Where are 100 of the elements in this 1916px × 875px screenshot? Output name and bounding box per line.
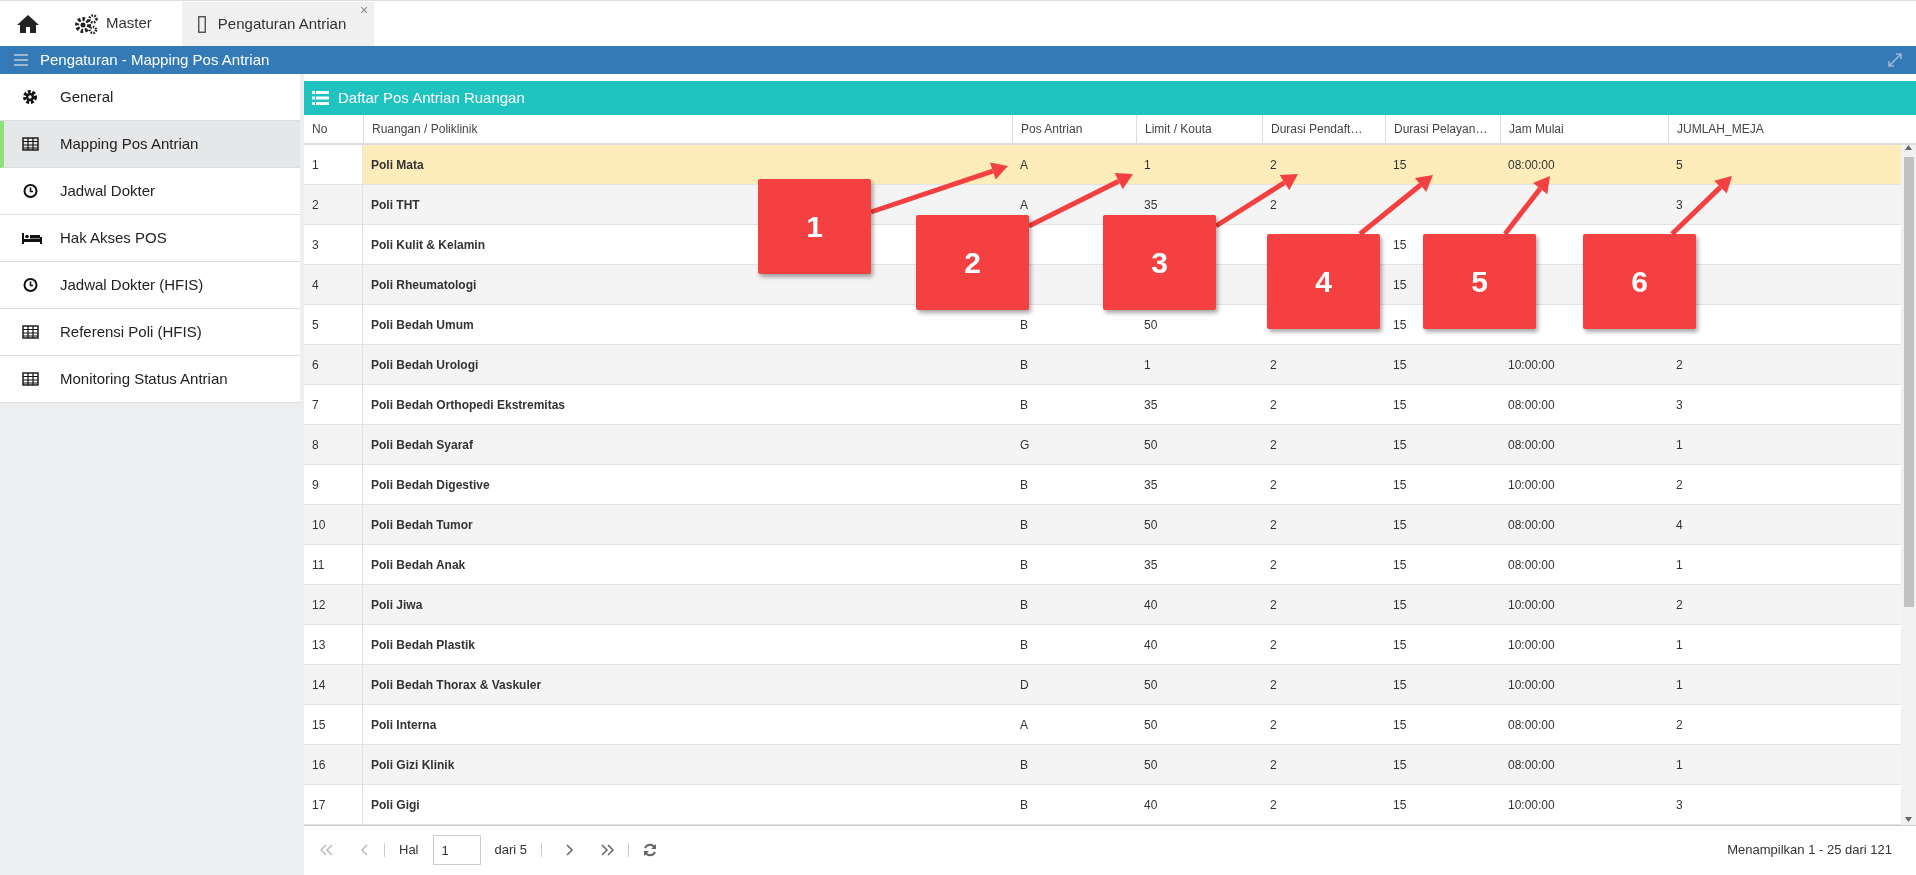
table-cell-text: 15: [1393, 236, 1407, 254]
table-cell-text: 50: [1144, 756, 1158, 774]
table-cell-text: 2: [1270, 196, 1277, 214]
table-cell-text: 2: [312, 196, 319, 214]
table-cell-text: Poli Gizi Klinik: [371, 756, 455, 774]
table-cell-text: 2: [1676, 596, 1683, 614]
grid-icon: [22, 371, 39, 387]
table-cell-text: 08:00:00: [1508, 156, 1555, 174]
scroll-up-icon[interactable]: [1905, 145, 1912, 150]
table-cell-text: Poli Bedah Plastik: [371, 636, 476, 654]
table-cell-text: Poli Kulit & Kelamin: [371, 236, 485, 254]
column-header[interactable]: No: [304, 115, 363, 143]
table-cell-text: 15: [1393, 596, 1407, 614]
table-cell-text: Poli Bedah Thorax & Vaskuler: [371, 676, 542, 694]
table-cell-text: 10:00:00: [1508, 476, 1555, 494]
table-cell-text: B: [1020, 316, 1028, 334]
table-cell-text: 6: [312, 356, 319, 374]
table-cell-text: 2: [1676, 716, 1683, 734]
scroll-down-icon[interactable]: [1905, 817, 1912, 822]
table-cell-text: 15: [1393, 796, 1407, 814]
table-cell-text: B: [1020, 756, 1028, 774]
table-cell-text: 7: [312, 396, 319, 414]
table-cell-text: 3: [1676, 396, 1683, 414]
column-header[interactable]: Limit / Kouta: [1136, 115, 1262, 143]
table-cell-text: 08:00:00: [1508, 556, 1555, 574]
column-header[interactable]: Durasi Pendaft…: [1262, 115, 1385, 143]
table-cell-text: 15: [1393, 316, 1407, 334]
callout-number: 3: [1103, 215, 1216, 310]
table-cell-text: 35: [1144, 476, 1158, 494]
page-title: Pengaturan - Mapping Pos Antrian: [40, 49, 270, 70]
table-cell-text: 2: [1270, 716, 1277, 734]
table-cell-text: 3: [1676, 196, 1683, 214]
table-cell-text: Poli Mata: [371, 156, 424, 174]
arrow: [1503, 176, 1550, 236]
table-cell-text: 15: [1393, 676, 1407, 694]
master-menu[interactable]: Master: [106, 12, 152, 35]
last-page-icon[interactable]: [600, 844, 615, 856]
sidebar-item[interactable]: Mapping Pos Antrian: [0, 121, 300, 168]
page-input[interactable]: 1: [432, 835, 481, 865]
refresh-icon[interactable]: [643, 843, 658, 857]
table-cell-text: B: [1020, 396, 1028, 414]
table-cell-text: 17: [312, 796, 326, 814]
table-cell-text: 3: [312, 236, 319, 254]
table-cell-text: 2: [1270, 796, 1277, 814]
table-cell-text: B: [1020, 356, 1028, 374]
table-cell-text: 9: [312, 476, 319, 494]
table-cell-text: 15: [1393, 716, 1407, 734]
scrollbar[interactable]: [1901, 145, 1916, 825]
table-cell-text: 2: [1270, 356, 1277, 374]
column-header[interactable]: Pos Antrian: [1012, 115, 1136, 143]
table-cell-text: 10:00:00: [1508, 356, 1555, 374]
table-cell-text: 2: [1270, 396, 1277, 414]
callout-number: 1: [758, 179, 871, 274]
clock-icon: [22, 183, 39, 199]
table-cell-text: 15: [1393, 156, 1407, 174]
table-cell-text: 50: [1144, 716, 1158, 734]
table-cell-text: A: [1020, 196, 1028, 214]
table-cell-text: B: [1020, 796, 1028, 814]
clock-icon: [22, 277, 39, 293]
table-cell-text: 2: [1270, 436, 1277, 454]
table-cell-text: 14: [312, 676, 326, 694]
table-cell-text: G: [1020, 436, 1030, 454]
column-header[interactable]: Ruangan / Poliklinik: [363, 115, 1012, 143]
gears-icon: [74, 12, 98, 35]
table-cell-text: Poli Rheumatologi: [371, 276, 477, 294]
callout-number: 5: [1423, 234, 1536, 329]
table-cell-text: 2: [1270, 756, 1277, 774]
home-icon[interactable]: [16, 13, 40, 34]
table-cell-text: 5: [1676, 156, 1683, 174]
table-cell-text: 10:00:00: [1508, 796, 1555, 814]
next-page-icon[interactable]: [564, 844, 575, 856]
table-cell-text: 2: [1270, 156, 1277, 174]
grid-icon: [22, 136, 39, 152]
document-icon: [197, 15, 206, 33]
table-cell-text: Poli THT: [371, 196, 420, 214]
grid-icon: [22, 324, 39, 340]
table-cell-text: 10:00:00: [1508, 676, 1555, 694]
table-cell-text: Poli Bedah Urologi: [371, 356, 479, 374]
table-cell-text: 2: [1676, 476, 1683, 494]
table-cell-text: Poli Bedah Digestive: [371, 476, 490, 494]
table-cell-text: 08:00:00: [1508, 516, 1555, 534]
table-cell-text: Poli Interna: [371, 716, 437, 734]
gear-icon: [22, 89, 39, 105]
table-cell-text: 15: [1393, 436, 1407, 454]
table-cell-text: 1: [1676, 556, 1683, 574]
tab[interactable]: Pengaturan Antrian ×: [181, 2, 375, 46]
table-cell-text: 16: [312, 756, 326, 774]
table-cell-text: Poli Bedah Syaraf: [371, 436, 474, 454]
table-cell-text: 3: [1676, 796, 1683, 814]
table-cell-text: 15: [1393, 636, 1407, 654]
table-cell-text: B: [1020, 596, 1028, 614]
table-cell-text: 1: [1676, 436, 1683, 454]
column-header[interactable]: Jam Mulai: [1500, 115, 1668, 143]
table-cell-text: 2: [1270, 596, 1277, 614]
table-cell-text: 4: [312, 276, 319, 294]
column-header[interactable]: Durasi Pelayan…: [1385, 115, 1500, 143]
table-cell-text: Poli Bedah Tumor: [371, 516, 473, 534]
page-total: dari 5: [494, 841, 528, 860]
table-cell-text: 13: [312, 636, 326, 654]
column-header[interactable]: JUMLAH_MEJA: [1668, 115, 1916, 143]
